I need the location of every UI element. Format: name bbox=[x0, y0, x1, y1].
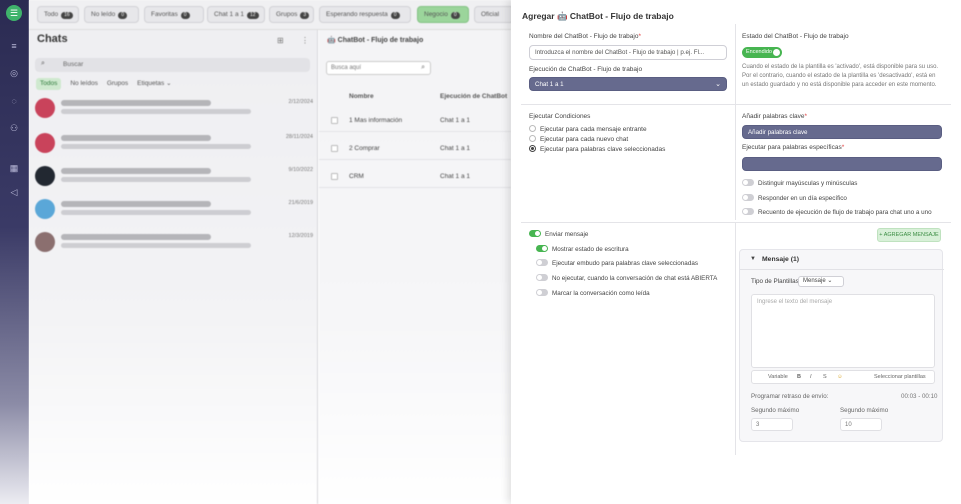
search-icon: ⌕ bbox=[41, 60, 45, 67]
new-chat-icon[interactable]: ⊞ bbox=[277, 36, 284, 45]
avatar bbox=[35, 232, 55, 252]
filter-no-leidos[interactable]: No leídos bbox=[70, 78, 97, 90]
message-icon[interactable]: ◌ bbox=[8, 96, 20, 106]
emoji-icon[interactable]: ☺ bbox=[837, 374, 843, 380]
chats-title: Chats bbox=[37, 33, 68, 45]
keywords-label: Añadir palabras clave* bbox=[742, 113, 808, 120]
conditions-label: Ejecutar Condiciones bbox=[529, 113, 591, 120]
flows-header: 🤖 ChatBot - Flujo de trabajo bbox=[327, 37, 424, 44]
toggle-send-message[interactable]: Enviar mensaje bbox=[529, 230, 588, 238]
template-type-select[interactable]: Mensaje ⌄ bbox=[798, 276, 844, 287]
tab-todo[interactable]: Todo 16 bbox=[37, 6, 79, 23]
avatar bbox=[35, 98, 55, 118]
toggle-case-sensitive[interactable]: Distinguir mayúsculas y minúsculas bbox=[742, 179, 857, 187]
row-checkbox[interactable] bbox=[331, 117, 338, 124]
chat-tabs: Todo 16 No leído 0 Favoritas 0 Chat 1 a 1 12… bbox=[29, 0, 514, 30]
table-row[interactable]: 1 Mas información Chat 1 a 1 bbox=[319, 110, 511, 132]
tab-oficial[interactable]: Oficial bbox=[474, 6, 514, 23]
toggle-typing-status[interactable]: Mostrar estado de escritura bbox=[536, 245, 629, 253]
chats-search-input[interactable]: ⌕ Buscar bbox=[35, 58, 310, 72]
toggle-mark-read[interactable]: Marcar la conversación como leída bbox=[536, 289, 650, 297]
chat-list-item[interactable]: 21/6/2019 bbox=[35, 197, 313, 225]
chat-filters: Todos No leídos Grupos Etiquetas ⌄ bbox=[36, 78, 181, 90]
row-checkbox[interactable] bbox=[331, 173, 338, 180]
state-label: Estado del ChatBot - Flujo de trabajo bbox=[742, 33, 849, 40]
exec-select[interactable]: Chat 1 a 1 ⌄ bbox=[529, 77, 727, 91]
avatar bbox=[35, 166, 55, 186]
tab-chat-1a1[interactable]: Chat 1 a 1 12 bbox=[207, 6, 265, 23]
col-ejecucion[interactable]: Ejecución de ChatBot bbox=[440, 93, 507, 100]
chat-list-item[interactable]: 12/3/2019 bbox=[35, 230, 313, 258]
collapse-icon[interactable]: ▼ bbox=[750, 256, 756, 262]
select-templates-button[interactable]: Seleccionar plantillas bbox=[874, 374, 926, 380]
bot-icon: 🤖 bbox=[327, 37, 338, 44]
chat-list-item[interactable]: 28/11/2024 bbox=[35, 131, 313, 159]
italic-button[interactable]: I bbox=[810, 374, 812, 380]
min-seconds-input[interactable]: 3 bbox=[751, 418, 793, 431]
message-panel: ▼ Mensaje (1) Tipo de Plantillas Mensaje… bbox=[739, 249, 944, 442]
calendar-icon[interactable]: ▦ bbox=[8, 163, 20, 173]
filter-grupos[interactable]: Grupos bbox=[107, 78, 128, 90]
keywords-input[interactable]: Añadir palabras clave bbox=[742, 125, 942, 139]
specific-label: Ejecutar para palabras específicas* bbox=[742, 144, 845, 151]
chevron-down-icon: ⌄ bbox=[715, 81, 721, 88]
avatar bbox=[35, 199, 55, 219]
condition-each-message[interactable]: Ejecutar para cada mensaje entrante bbox=[529, 125, 647, 133]
flows-search-input[interactable]: Busca aquí ⌕ bbox=[326, 61, 431, 75]
chats-panel: Chats ⊞ ⋮ ⌕ Buscar Todos No leídos Grupos E… bbox=[29, 30, 318, 504]
tab-grupos[interactable]: Grupos 3 bbox=[269, 6, 314, 23]
max-seconds-input[interactable]: 10 bbox=[840, 418, 882, 431]
message-toolbar: Variable B I S ☺ Seleccionar plantillas bbox=[751, 370, 935, 384]
toggle-run-count[interactable]: Recuento de ejecución de flujo de trabaj… bbox=[742, 208, 932, 216]
add-chatbot-drawer: Agregar 🤖 ChatBot - Flujo de trabajo Nom… bbox=[511, 0, 961, 504]
chat-list-item[interactable]: 2/12/2024 bbox=[35, 96, 313, 124]
condition-keywords[interactable]: Ejecutar para palabras clave seleccionad… bbox=[529, 145, 665, 153]
message-header[interactable]: ▼ Mensaje (1) bbox=[740, 250, 944, 270]
min-seconds-label: Segundo máximo bbox=[751, 407, 800, 414]
nav-rail: ☰ ≡ ◎ ◌ ⚇ ▦ ◁ bbox=[0, 0, 29, 504]
tab-esperando[interactable]: Esperando respuesta 0 bbox=[319, 6, 411, 23]
avatar bbox=[35, 133, 55, 153]
megaphone-icon[interactable]: ◁ bbox=[8, 187, 20, 197]
broadcast-icon[interactable]: ◎ bbox=[8, 68, 20, 78]
search-icon: ⌕ bbox=[421, 64, 425, 71]
more-icon[interactable]: ⋮ bbox=[301, 36, 309, 45]
chat-list-item[interactable]: 9/10/2022 bbox=[35, 164, 313, 192]
drawer-title: Agregar 🤖 ChatBot - Flujo de trabajo bbox=[522, 11, 674, 21]
variable-button[interactable]: Variable bbox=[768, 374, 788, 380]
toggle-funnel[interactable]: Ejecutar embudo para palabras clave sele… bbox=[536, 259, 698, 267]
state-toggle[interactable]: Encendido bbox=[742, 47, 782, 58]
tab-favoritas[interactable]: Favoritas 0 bbox=[144, 6, 204, 23]
delay-label: Programar retraso de envío: bbox=[751, 393, 829, 400]
message-textarea[interactable]: Ingrese el texto del mensaje bbox=[751, 294, 935, 368]
max-seconds-label: Segundo máximo bbox=[840, 407, 889, 414]
toggle-specific-day[interactable]: Responder en un día específico bbox=[742, 194, 847, 202]
contacts-icon[interactable]: ⚇ bbox=[8, 123, 20, 133]
condition-each-chat[interactable]: Ejecutar para cada nuevo chat bbox=[529, 135, 628, 143]
table-row[interactable]: 2 Comprar Chat 1 a 1 bbox=[319, 138, 511, 160]
state-help: Cuando el estado de la plantilla es 'act… bbox=[742, 64, 939, 88]
tab-no-leido[interactable]: No leído 0 bbox=[84, 6, 139, 23]
template-type-label: Tipo de Plantillas bbox=[751, 278, 799, 285]
delay-value: 00:03 - 00:10 bbox=[901, 393, 938, 400]
table-row[interactable]: CRM Chat 1 a 1 bbox=[319, 166, 511, 188]
specific-input[interactable] bbox=[742, 157, 942, 171]
filter-etiquetas[interactable]: Etiquetas ⌄ bbox=[137, 78, 171, 90]
app-logo-icon[interactable]: ☰ bbox=[6, 5, 22, 21]
toggle-no-exec-open[interactable]: No ejecutar, cuando la conversación de c… bbox=[536, 274, 717, 282]
bold-button[interactable]: B bbox=[797, 374, 801, 380]
add-message-button[interactable]: + AGREGAR MENSAJE bbox=[877, 228, 941, 242]
background-app: Todo 16 No leído 0 Favoritas 0 Chat 1 a 1 12… bbox=[29, 0, 514, 504]
name-input[interactable]: Introduzca el nombre del ChatBot - Flujo… bbox=[529, 45, 727, 60]
tab-negocio[interactable]: Negocio 0 bbox=[417, 6, 469, 23]
name-label: Nombre del ChatBot - Flujo de trabajo* bbox=[529, 33, 642, 40]
row-checkbox[interactable] bbox=[331, 145, 338, 152]
strike-button[interactable]: S bbox=[823, 374, 827, 380]
list-icon[interactable]: ≡ bbox=[8, 41, 20, 51]
filter-todos[interactable]: Todos bbox=[36, 78, 62, 90]
flows-panel: 🤖 ChatBot - Flujo de trabajo Busca aquí ⌕… bbox=[319, 30, 511, 504]
exec-label: Ejecución de ChatBot - Flujo de trabajo bbox=[529, 66, 643, 73]
col-nombre[interactable]: Nombre bbox=[349, 93, 374, 100]
